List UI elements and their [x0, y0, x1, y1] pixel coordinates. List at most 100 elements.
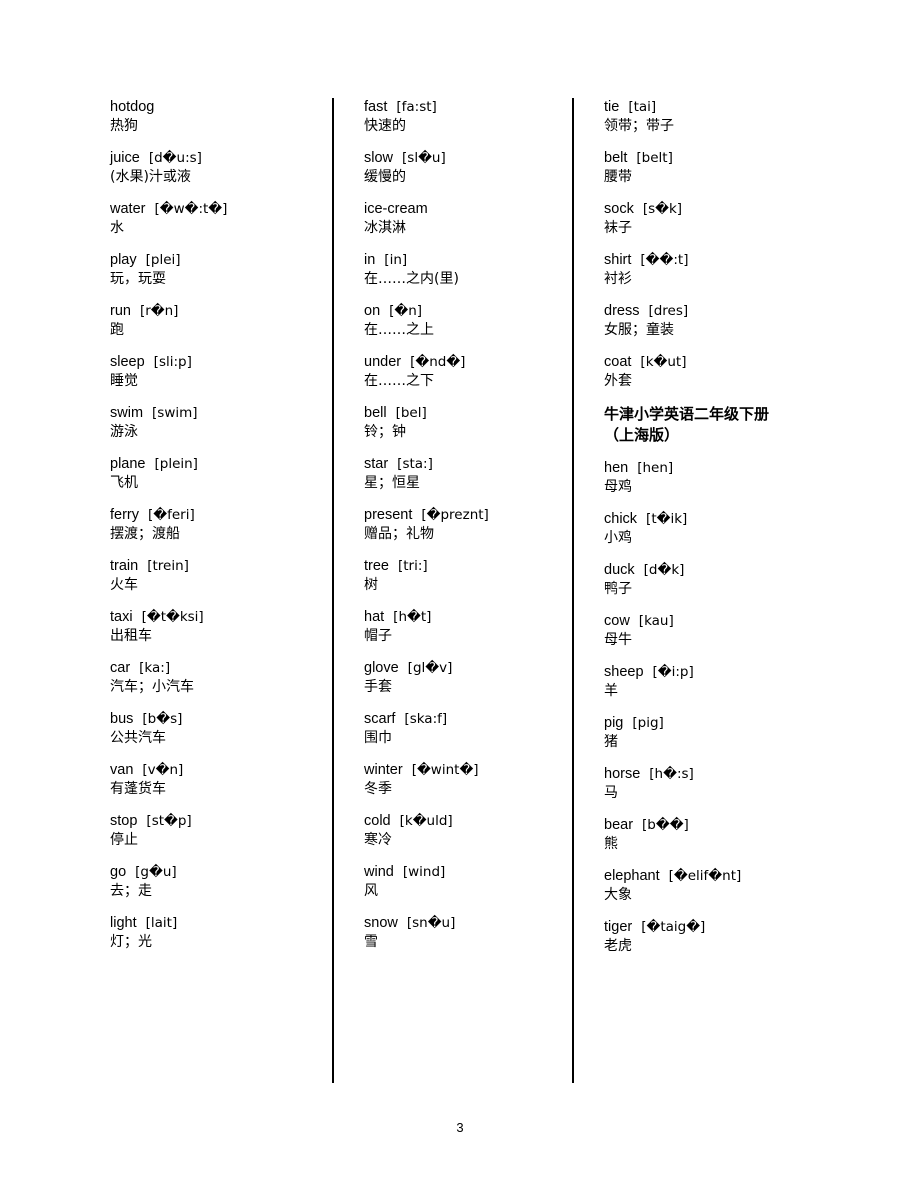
entry-headword-line: run [r�n] [110, 302, 318, 321]
entry-phonetic: [g�u] [135, 864, 177, 880]
glossary-entry: ice-cream 冰淇淋 [364, 200, 572, 238]
entry-headword-line: horse [h�:s] [604, 765, 810, 784]
entry-word: swim [110, 405, 144, 421]
entry-meaning: 去；走 [110, 883, 152, 899]
entry-phonetic: [k�uld] [399, 813, 453, 829]
entry-meaning: 游泳 [110, 424, 138, 440]
glossary-entry: play [plei] 玩，玩耍 [110, 251, 318, 289]
entry-headword-line: shirt [��:t] [604, 251, 810, 270]
entry-phonetic: [bel] [395, 405, 427, 421]
entry-word: bell [364, 405, 387, 421]
entry-word: coat [604, 354, 632, 370]
glossary-entry: shirt [��:t] 衬衫 [604, 251, 810, 289]
entry-meaning: 手套 [364, 679, 392, 695]
column-2: fast [fa:st] 快速的 slow [sl�u] 缓慢的 ice-cream 冰淇淋 i… [332, 98, 572, 1083]
glossary-entry: present [�preznt] 赠品；礼物 [364, 506, 572, 544]
entry-headword-line: hat [h�t] [364, 608, 572, 627]
entry-headword-line: star [sta:] [364, 455, 572, 474]
entry-meaning: 在……之上 [364, 322, 434, 338]
entry-phonetic: [s�k] [642, 201, 683, 217]
entry-phonetic: [plei] [145, 252, 181, 268]
entry-headword-line: bell [bel] [364, 404, 572, 423]
entry-phonetic: [b��] [642, 817, 689, 833]
section-heading: 牛津小学英语二年级下册 （上海版） [604, 404, 810, 446]
glossary-entry: train [trein] 火车 [110, 557, 318, 595]
entry-word: tie [604, 99, 620, 115]
entry-headword-line: car [ka:] [110, 659, 318, 678]
entry-headword-line: sock [s�k] [604, 200, 810, 219]
entry-meaning: 冰淇淋 [364, 220, 406, 236]
glossary-entry: duck [d�k] 鸭子 [604, 561, 810, 599]
glossary-entry: cold [k�uld] 寒冷 [364, 812, 572, 850]
entry-phonetic: [�feri] [148, 507, 195, 523]
entry-phonetic: [sli:p] [153, 354, 192, 370]
entry-word: plane [110, 456, 146, 472]
entry-meaning: 在……之内(里) [364, 271, 459, 287]
entry-word: taxi [110, 609, 133, 625]
entry-headword-line: hotdog [110, 98, 318, 117]
glossary-entry: tiger [�taig�] 老虎 [604, 918, 810, 956]
entry-headword-line: sleep [sli:p] [110, 353, 318, 372]
glossary-entry: sleep [sli:p] 睡觉 [110, 353, 318, 391]
entry-word: glove [364, 660, 399, 676]
entry-meaning: 树 [364, 577, 378, 593]
entry-word: in [364, 252, 376, 268]
glossary-entry: bell [bel] 铃；钟 [364, 404, 572, 442]
entry-headword-line: bus [b�s] [110, 710, 318, 729]
entry-meaning: 马 [604, 785, 618, 801]
entry-headword-line: stop [st�p] [110, 812, 318, 831]
entry-meaning: 帽子 [364, 628, 392, 644]
entry-word: horse [604, 766, 641, 782]
entry-word: stop [110, 813, 138, 829]
entry-phonetic: [h�t] [393, 609, 432, 625]
entry-headword-line: duck [d�k] [604, 561, 810, 580]
entry-phonetic: [�i:p] [652, 664, 694, 680]
entry-phonetic: [st�p] [146, 813, 192, 829]
entry-word: scarf [364, 711, 396, 727]
entry-meaning: 外套 [604, 373, 632, 389]
entry-word: van [110, 762, 134, 778]
entry-headword-line: tiger [�taig�] [604, 918, 810, 937]
entry-headword-line: slow [sl�u] [364, 149, 572, 168]
entry-headword-line: in [in] [364, 251, 572, 270]
column-3: tie [tai] 领带；带子 belt [belt] 腰带 sock [s�k] 袜子 shir… [572, 98, 810, 1083]
entry-phonetic: [ka:] [139, 660, 171, 676]
entry-word: juice [110, 150, 140, 166]
glossary-entry: taxi [�t�ksi] 出租车 [110, 608, 318, 646]
glossary-entry: pig [pig] 猪 [604, 714, 810, 752]
entry-headword-line: belt [belt] [604, 149, 810, 168]
entry-headword-line: coat [k�ut] [604, 353, 810, 372]
entry-word: go [110, 864, 127, 880]
entry-headword-line: cold [k�uld] [364, 812, 572, 831]
entry-headword-line: ferry [�feri] [110, 506, 318, 525]
glossary-entry: sheep [�i:p] 羊 [604, 663, 810, 701]
entry-word: bus [110, 711, 134, 727]
entry-headword-line: ice-cream [364, 200, 572, 219]
glossary-entry: dress [dres] 女服；童装 [604, 302, 810, 340]
entry-meaning: 灯；光 [110, 934, 152, 950]
entry-word: duck [604, 562, 635, 578]
entry-phonetic: [�taig�] [641, 919, 706, 935]
glossary-entry: juice [d�u:s] (水果)汁或液 [110, 149, 318, 187]
entry-meaning: 快速的 [364, 118, 406, 134]
entry-headword-line: taxi [�t�ksi] [110, 608, 318, 627]
glossary-entry: wind [wind] 风 [364, 863, 572, 901]
entry-meaning: 寒冷 [364, 832, 392, 848]
entry-meaning: 玩，玩耍 [110, 271, 166, 287]
entry-headword-line: plane [plein] [110, 455, 318, 474]
entry-headword-line: dress [dres] [604, 302, 810, 321]
entry-phonetic: [belt] [636, 150, 673, 166]
section-heading-line: 牛津小学英语二年级下册 [604, 405, 770, 423]
entry-headword-line: van [v�n] [110, 761, 318, 780]
entry-word: star [364, 456, 389, 472]
entry-phonetic: [gl�v] [407, 660, 453, 676]
entry-phonetic: [tai] [628, 99, 657, 115]
entry-meaning: 摆渡；渡船 [110, 526, 180, 542]
entry-meaning: 公共汽车 [110, 730, 166, 746]
entry-meaning: 缓慢的 [364, 169, 406, 185]
entry-meaning: 袜子 [604, 220, 632, 236]
entry-word: tiger [604, 919, 633, 935]
entry-headword-line: wind [wind] [364, 863, 572, 882]
entry-headword-line: cow [kau] [604, 612, 810, 631]
entry-headword-line: on [�n] [364, 302, 572, 321]
